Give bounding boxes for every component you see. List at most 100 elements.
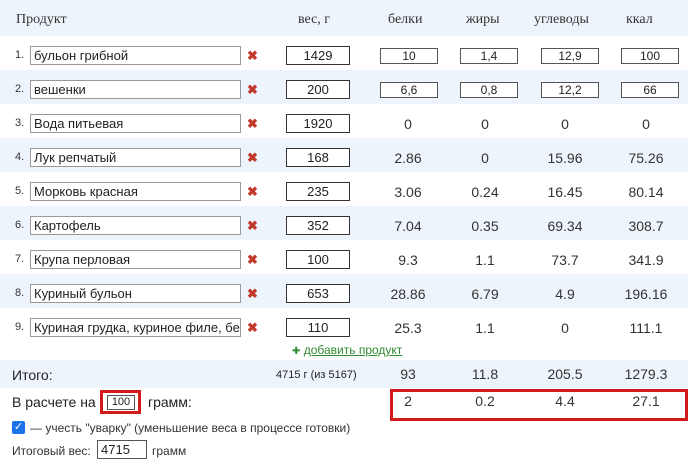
per-label-after: грамм: [148, 394, 192, 410]
weight-input[interactable]: 235 [286, 182, 350, 201]
carbs-value: 69.34 [547, 218, 583, 234]
carbs-value: 15.96 [547, 150, 583, 166]
delete-row-icon[interactable]: ✖ [247, 320, 258, 336]
total-label: Итого: [12, 367, 53, 383]
carbs-value: 16.45 [547, 184, 583, 200]
total-kcal: 1279.3 [624, 366, 668, 382]
final-weight-unit: грамм [152, 444, 187, 458]
weight-input[interactable]: 1429 [286, 46, 350, 65]
row-number: 8. [15, 287, 25, 299]
col-header-protein: белки [388, 12, 423, 27]
final-weight-input[interactable]: 4715 [97, 440, 147, 459]
checkmark-icon: ✓ [13, 421, 24, 433]
per-protein: 2 [404, 393, 412, 409]
kcal-value: 341.9 [628, 252, 664, 268]
kcal-value: 0 [642, 116, 650, 132]
delete-row-icon[interactable]: ✖ [247, 48, 258, 64]
col-header-weight: вес, г [298, 12, 331, 27]
fat-value: 0 [481, 150, 489, 166]
delete-row-icon[interactable]: ✖ [247, 286, 258, 302]
weight-input[interactable]: 168 [286, 148, 350, 167]
protein-value: 25.3 [394, 320, 422, 336]
carbs-value: 73.7 [551, 252, 579, 268]
row-number: 1. [15, 49, 25, 61]
fat-input[interactable]: 0,8 [460, 82, 518, 98]
product-name-input[interactable]: Куриный бульон [30, 284, 241, 303]
col-header-kcal: ккал [626, 12, 653, 27]
carbs-input[interactable]: 12,9 [541, 48, 599, 64]
row-number: 9. [15, 321, 25, 333]
carbs-input[interactable]: 12,2 [541, 82, 599, 98]
weight-input[interactable]: 1920 [286, 114, 350, 133]
product-name-input[interactable]: Лук репчатый [30, 148, 241, 167]
protein-input[interactable]: 10 [380, 48, 438, 64]
protein-value: 0 [404, 116, 412, 132]
product-name-input[interactable]: вешенки [30, 80, 241, 99]
fat-value: 0 [481, 116, 489, 132]
kcal-value: 308.7 [628, 218, 664, 234]
total-fat: 11.8 [471, 366, 499, 382]
protein-value: 7.04 [394, 218, 422, 234]
carbs-value: 0 [561, 116, 569, 132]
per-kcal: 27.1 [632, 393, 660, 409]
add-product-link[interactable]: ✚ добавить продукт [292, 343, 402, 357]
kcal-value: 75.26 [628, 150, 664, 166]
add-product-label: добавить продукт [303, 343, 403, 357]
per-carbs: 4.4 [555, 393, 575, 409]
delete-row-icon[interactable]: ✖ [247, 82, 258, 98]
fat-input[interactable]: 1,4 [460, 48, 518, 64]
product-name-input[interactable]: Куриная грудка, куриное филе, без [30, 318, 241, 337]
weight-input[interactable]: 352 [286, 216, 350, 235]
carbs-value: 4.9 [555, 286, 575, 302]
delete-row-icon[interactable]: ✖ [247, 150, 258, 166]
row-number: 3. [15, 117, 25, 129]
protein-value: 9.3 [398, 252, 418, 268]
fat-value: 0.24 [471, 184, 499, 200]
protein-value: 28.86 [390, 286, 426, 302]
delete-row-icon[interactable]: ✖ [247, 252, 258, 268]
shrink-checkbox[interactable]: ✓ [12, 421, 25, 434]
per-amount-input[interactable]: 100 [107, 395, 135, 410]
kcal-input[interactable]: 100 [621, 48, 679, 64]
product-name-input[interactable]: Вода питьевая [30, 114, 241, 133]
weight-input[interactable]: 653 [286, 284, 350, 303]
product-name-input[interactable]: бульон грибной [30, 46, 241, 65]
fat-value: 6.79 [471, 286, 499, 302]
fat-value: 1.1 [475, 252, 495, 268]
protein-value: 3.06 [394, 184, 422, 200]
product-name-input[interactable]: Крупа перловая [30, 250, 241, 269]
total-weight: 4715 г (из 5167) [276, 369, 357, 381]
carbs-value: 0 [561, 320, 569, 336]
row-number: 7. [15, 253, 25, 265]
row-number: 4. [15, 151, 25, 163]
kcal-value: 196.16 [624, 286, 668, 302]
total-carbs: 205.5 [547, 366, 583, 382]
col-header-fat: жиры [466, 12, 500, 27]
plus-icon: ✚ [292, 346, 301, 357]
col-header-carbs: углеводы [534, 12, 589, 27]
row-number: 6. [15, 219, 25, 231]
row-number: 5. [15, 185, 25, 197]
fat-value: 1.1 [475, 320, 495, 336]
product-name-input[interactable]: Морковь красная [30, 182, 241, 201]
weight-input[interactable]: 100 [286, 250, 350, 269]
product-name-input[interactable]: Картофель [30, 216, 241, 235]
delete-row-icon[interactable]: ✖ [247, 218, 258, 234]
per-label-before: В расчете на [12, 394, 96, 410]
kcal-input[interactable]: 66 [621, 82, 679, 98]
per-fat: 0.2 [475, 393, 495, 409]
col-header-product: Продукт [16, 12, 67, 27]
kcal-value: 111.1 [629, 320, 663, 336]
row-number: 2. [15, 83, 25, 95]
weight-input[interactable]: 110 [286, 318, 350, 337]
final-weight-label: Итоговый вес: [12, 444, 91, 458]
delete-row-icon[interactable]: ✖ [247, 116, 258, 132]
delete-row-icon[interactable]: ✖ [247, 184, 258, 200]
total-protein: 93 [400, 366, 416, 382]
shrink-label: — учесть "уварку" (уменьшение веса в про… [30, 421, 351, 435]
weight-input[interactable]: 200 [286, 80, 350, 99]
protein-input[interactable]: 6,6 [380, 82, 438, 98]
kcal-value: 80.14 [628, 184, 664, 200]
protein-value: 2.86 [394, 150, 422, 166]
fat-value: 0.35 [471, 218, 499, 234]
